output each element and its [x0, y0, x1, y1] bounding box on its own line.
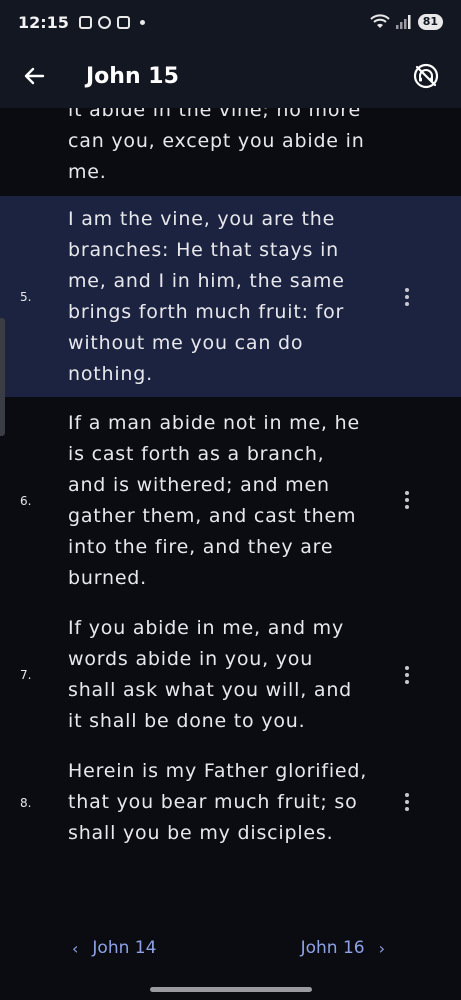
app-bar: John 15: [0, 44, 461, 108]
wifi-icon: [369, 14, 390, 28]
verse-text: it abide in the vine; no more can you, e…: [68, 108, 365, 183]
more-vertical-dot: [405, 672, 409, 677]
more-vertical-dot: [405, 301, 409, 306]
verse-number: 8.: [20, 795, 32, 810]
battery-indicator: 81: [417, 14, 443, 30]
chevron-right-icon: ›: [378, 938, 385, 958]
more-vertical-dot: [405, 799, 409, 804]
verse-number: 5.: [20, 290, 32, 304]
status-right: 81: [369, 14, 443, 30]
page-title: John 15: [86, 63, 179, 89]
verse-text: Herein is my Father glorified, that you …: [68, 760, 368, 844]
verse-menu-button[interactable]: [403, 792, 411, 811]
audio-off-button[interactable]: [411, 61, 441, 91]
status-left: 12:15: [18, 13, 145, 32]
verse-row[interactable]: 7. If you abide in me, and my words abid…: [0, 603, 461, 746]
calendar-icon: [116, 15, 130, 29]
next-chapter-button[interactable]: John 16 ›: [301, 938, 385, 958]
next-chapter-label: John 16: [300, 938, 365, 958]
verse-number: 6.: [20, 494, 32, 508]
more-vertical-icon: [405, 491, 409, 495]
battery-level: 81: [422, 15, 438, 28]
previous-chapter-button[interactable]: ‹ John 14: [72, 938, 156, 958]
more-vertical-icon: [405, 792, 409, 797]
verse-row[interactable]: 6. If a man abide not in me, he is cast …: [0, 397, 461, 603]
verse-list[interactable]: it abide in the vine; no more can you, e…: [0, 108, 461, 928]
chapter-nav: ‹ John 14 John 16 ›: [0, 928, 461, 968]
verse-row[interactable]: 8. Herein is my Father glorified, that y…: [0, 746, 461, 857]
back-button[interactable]: [20, 62, 48, 90]
more-vertical-dot: [405, 806, 409, 811]
arrow-back-icon: [24, 67, 45, 85]
more-vertical-dot: [405, 294, 409, 299]
verse-text: If you abide in me, and my words abide i…: [68, 617, 353, 732]
screen: 12:15 81 John 15 it abide in the vine; n…: [0, 0, 461, 1000]
more-vertical-icon: [405, 287, 409, 292]
chevron-left-icon: ‹: [72, 938, 79, 958]
scroll-handle[interactable]: [0, 318, 5, 436]
more-notifications-icon: [139, 19, 145, 25]
status-bar: 12:15 81: [0, 0, 461, 44]
cellular-signal-icon: [395, 15, 411, 29]
more-vertical-icon: [405, 665, 409, 670]
verse-number: 7.: [20, 668, 32, 682]
verse-menu-button[interactable]: [403, 665, 411, 684]
verse-text: If a man abide not in me, he is cast for…: [68, 412, 360, 589]
verse-row[interactable]: it abide in the vine; no more can you, e…: [0, 108, 461, 196]
notification-app-icon: [78, 15, 92, 29]
more-vertical-dot: [405, 498, 409, 502]
verse-list-content: it abide in the vine; no more can you, e…: [0, 108, 461, 857]
verse-row-highlighted[interactable]: 5. I am the vine, you are the branches: …: [0, 196, 461, 397]
status-time: 12:15: [18, 12, 69, 32]
home-indicator[interactable]: [150, 987, 312, 992]
verse-menu-button[interactable]: [403, 287, 411, 306]
more-vertical-dot: [405, 679, 409, 684]
headphones-off-icon: [413, 63, 439, 89]
alarm-icon: [97, 15, 111, 29]
verse-text: I am the vine, you are the branches: He …: [68, 208, 345, 385]
more-vertical-dot: [405, 505, 409, 509]
previous-chapter-label: John 14: [92, 938, 157, 958]
verse-menu-button[interactable]: [403, 491, 411, 509]
